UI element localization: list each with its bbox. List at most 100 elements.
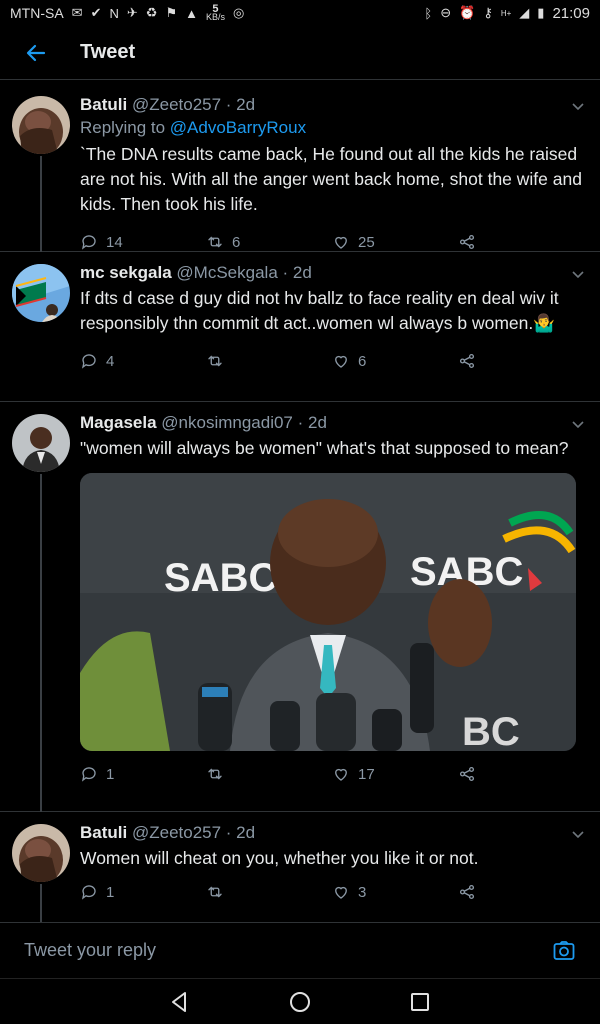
battery-icon: ▮ <box>537 5 545 20</box>
tweet-age: · 2d <box>282 263 312 282</box>
display-name[interactable]: Batuli <box>80 95 127 114</box>
like-button[interactable]: 17 <box>332 765 458 783</box>
handle[interactable]: @Zeeto257 <box>132 823 221 842</box>
sync-icon: ◎ <box>232 5 245 20</box>
replying-to: Replying to @AdvoBarryRoux <box>80 118 307 137</box>
avatar[interactable] <box>12 96 70 154</box>
tweet-actions: 4 6 <box>80 350 584 372</box>
like-count: 6 <box>358 352 367 370</box>
share-button[interactable] <box>458 765 476 783</box>
tweet-meta: Batuli @Zeeto257 · 2d <box>80 822 584 844</box>
reply-count: 4 <box>106 352 115 370</box>
share-button[interactable] <box>458 233 476 251</box>
like-button[interactable]: 6 <box>332 352 458 370</box>
reply-count: 1 <box>106 883 115 901</box>
like-button[interactable]: 3 <box>332 883 458 901</box>
tweet-item[interactable]: Batuli @Zeeto257 · 2d Replying to @AdvoB… <box>0 84 600 252</box>
retweet-icon <box>208 236 222 248</box>
airplane-icon: ✈ <box>126 5 138 20</box>
camera-icon[interactable] <box>552 939 576 963</box>
retweet-button[interactable]: 6 <box>206 233 332 251</box>
reply-button[interactable]: 4 <box>80 352 206 370</box>
tweet-meta: Batuli @Zeeto257 · 2d <box>80 94 584 116</box>
reply-button[interactable]: 1 <box>80 765 206 783</box>
retweet-icon <box>208 768 222 780</box>
avatar[interactable] <box>12 264 70 322</box>
alarm-icon: ⏰ <box>459 5 476 20</box>
warning-icon: ▲ <box>185 5 198 21</box>
share-icon <box>459 766 475 782</box>
heart-icon <box>335 768 347 781</box>
reply-icon <box>81 235 96 250</box>
avatar[interactable] <box>12 414 70 472</box>
retweet-icon <box>208 886 222 898</box>
display-name[interactable]: Batuli <box>80 823 127 842</box>
heart-icon <box>335 355 347 368</box>
clock: 21:09 <box>552 4 590 22</box>
avatar[interactable] <box>12 824 70 882</box>
tweet-text: "women will always be women" what's that… <box>80 438 569 458</box>
tweet-age: · 2d <box>225 95 256 114</box>
tweet-actions: 14 6 25 <box>80 231 584 253</box>
like-count: 25 <box>358 233 375 251</box>
heart-icon <box>335 886 347 899</box>
share-button[interactable] <box>458 883 476 901</box>
mention-link[interactable]: @AdvoBarryRoux <box>170 118 306 137</box>
top-app-bar: Tweet <box>0 26 600 80</box>
share-button[interactable] <box>458 352 476 370</box>
share-icon <box>459 353 475 369</box>
thread-line <box>40 156 42 252</box>
display-name[interactable]: Magasela <box>80 413 157 432</box>
handle[interactable]: @Zeeto257 <box>132 95 221 114</box>
tweet-text: `The DNA results came back, He found out… <box>80 144 582 214</box>
home-circle-icon[interactable] <box>286 988 314 1016</box>
reply-icon <box>81 885 96 900</box>
reply-icon <box>81 767 96 782</box>
heart-icon <box>335 236 347 249</box>
tweet-meta: mc sekgala @McSekgala · 2d <box>80 262 584 284</box>
n-app-icon: N <box>109 5 119 21</box>
retweet-icon <box>208 355 222 367</box>
retweet-button[interactable] <box>206 765 332 783</box>
handle[interactable]: @nkosimngadi07 <box>161 413 293 432</box>
reply-input[interactable] <box>24 940 504 961</box>
reply-button[interactable]: 14 <box>80 233 206 251</box>
tweet-media-image[interactable]: SABC SABC BC <box>80 473 576 751</box>
recents-square-icon[interactable] <box>406 988 434 1016</box>
reply-count: 1 <box>106 765 115 783</box>
handle[interactable]: @McSekgala <box>176 263 277 282</box>
retweet-button[interactable] <box>206 883 332 901</box>
tweet-text: If dts d case d guy did not hv ballz to … <box>80 288 559 333</box>
reply-button[interactable]: 1 <box>80 883 206 901</box>
thread-line <box>40 884 42 922</box>
network-type: H+ <box>500 8 512 18</box>
like-button[interactable]: 25 <box>332 233 458 251</box>
tweet-actions: 1 3 <box>80 881 584 903</box>
like-count: 3 <box>358 883 367 901</box>
retweet-button[interactable] <box>206 352 332 370</box>
share-icon <box>459 234 475 250</box>
chevron-down-icon[interactable] <box>570 98 586 117</box>
reply-icon <box>81 354 96 369</box>
status-bar: MTN-SA ✉ ✔ N ✈ ♻ ⚑ ▲ 5 KB/s ◎ ᛒ ⊖ ⏰ ⚷ H+… <box>0 0 600 26</box>
arrow-left-icon[interactable] <box>22 39 50 67</box>
display-name[interactable]: mc sekgala <box>80 263 172 282</box>
back-triangle-icon[interactable] <box>166 988 194 1016</box>
recycle-icon: ♻ <box>145 5 158 20</box>
check-icon: ✔ <box>90 5 102 20</box>
tweet-item[interactable]: Batuli @Zeeto257 · 2d Women will cheat o… <box>0 812 600 922</box>
share-icon <box>459 884 475 900</box>
dnd-icon: ⊖ <box>440 5 452 20</box>
tweet-item[interactable]: mc sekgala @McSekgala · 2d If dts d case… <box>0 252 600 402</box>
bluetooth-icon: ᛒ <box>424 5 433 21</box>
chevron-down-icon[interactable] <box>570 826 586 845</box>
reply-count: 14 <box>106 233 123 251</box>
chevron-down-icon[interactable] <box>570 416 586 435</box>
tweet-item[interactable]: Magasela @nkosimngadi07 · 2d "women will… <box>0 402 600 812</box>
tweet-text: Women will cheat on you, whether you lik… <box>80 848 479 868</box>
chevron-down-icon[interactable] <box>570 266 586 285</box>
signal-icon: ◢ <box>519 5 530 20</box>
like-count: 17 <box>358 765 375 783</box>
key-icon: ⚷ <box>483 5 493 20</box>
page-title: Tweet <box>80 41 136 63</box>
